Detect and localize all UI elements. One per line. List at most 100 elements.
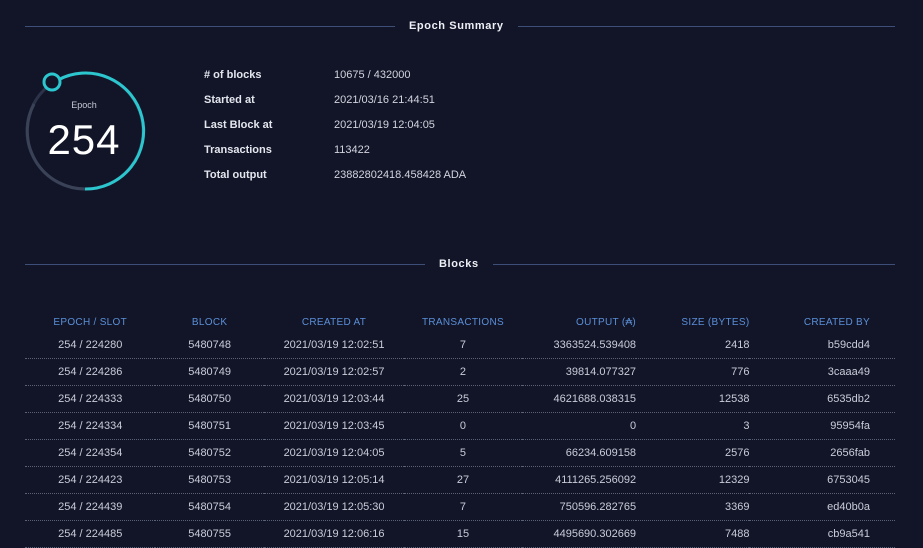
- epoch-slot-cell: 254 / 224333: [25, 385, 156, 413]
- created-at-cell: 2021/03/19 12:06:16: [263, 520, 405, 548]
- summary-key: Last Block at: [204, 119, 273, 131]
- summary-value: 10675 / 432000: [334, 69, 411, 81]
- created-by-cell: 6535db2: [749, 385, 895, 413]
- block-link[interactable]: 5480754: [155, 493, 264, 521]
- epoch-slot-cell: 254 / 224439: [25, 493, 156, 521]
- epoch-summary-header: Epoch Summary: [25, 20, 895, 32]
- created-at-cell: 2021/03/19 12:04:05: [263, 439, 405, 467]
- table-row[interactable]: 254 / 224280 5480748 2021/03/19 12:02:51 7 3…: [25, 332, 895, 359]
- summary-key: # of blocks: [204, 69, 262, 81]
- epoch-slot-cell: 254 / 224286: [25, 358, 156, 386]
- table-row[interactable]: 254 / 224485 5480755 2021/03/19 12:06:16 15…: [25, 520, 895, 548]
- size-cell: 7488: [636, 520, 750, 548]
- summary-value: 113422: [334, 144, 370, 156]
- size-cell: 3369: [636, 493, 750, 521]
- block-link[interactable]: 5480748: [155, 332, 264, 359]
- epoch-slot-cell: 254 / 224354: [25, 439, 156, 467]
- blocks-table: EPOCH / SLOT BLOCK CREATED AT TRANSACTIO…: [25, 312, 895, 548]
- summary-row: Transactions 113422: [204, 144, 466, 169]
- output-cell: 39814.077327: [521, 358, 637, 386]
- table-row[interactable]: 254 / 224439 5480754 2021/03/19 12:05:30 7 7…: [25, 493, 895, 521]
- created-at-cell: 2021/03/19 12:05:14: [263, 466, 405, 494]
- summary-key: Total output: [204, 169, 267, 181]
- summary-row: # of blocks 10675 / 432000: [204, 69, 466, 94]
- created-by-cell: cb9a541: [749, 520, 895, 548]
- epoch-number: 254: [47, 116, 121, 163]
- output-cell: 750596.282765: [521, 493, 637, 521]
- transactions-cell: 7: [404, 493, 522, 521]
- table-row[interactable]: 254 / 224333 5480750 2021/03/19 12:03:44 25…: [25, 385, 895, 413]
- created-by-cell: 95954fa: [749, 412, 895, 440]
- output-cell: 4621688.038315: [521, 385, 637, 413]
- epoch-slot-cell: 254 / 224485: [25, 520, 156, 548]
- created-by-cell: b59cdd4: [749, 332, 895, 359]
- epoch-progress-gauge: Epoch 254: [24, 70, 146, 192]
- summary-row: Started at 2021/03/16 21:44:51: [204, 94, 466, 119]
- blocks-title: Blocks: [439, 258, 479, 270]
- size-cell: 2418: [636, 332, 750, 359]
- size-cell: 3: [636, 412, 750, 440]
- created-at-cell: 2021/03/19 12:02:51: [263, 332, 405, 359]
- block-link[interactable]: 5480749: [155, 358, 264, 386]
- created-by-cell: 6753045: [749, 466, 895, 494]
- created-by-cell: 3caaa49: [749, 358, 895, 386]
- column-header-block[interactable]: BLOCK: [155, 312, 263, 332]
- output-cell: 4495690.302669: [521, 520, 637, 548]
- column-header-transactions[interactable]: TRANSACTIONS: [404, 312, 521, 332]
- size-cell: 776: [636, 358, 750, 386]
- summary-row: Last Block at 2021/03/19 12:04:05: [204, 119, 466, 144]
- transactions-cell: 5: [404, 439, 522, 467]
- block-link[interactable]: 5480752: [155, 439, 264, 467]
- gauge-label: Epoch: [71, 100, 97, 110]
- created-at-cell: 2021/03/19 12:03:45: [263, 412, 405, 440]
- summary-value: 2021/03/19 12:04:05: [334, 119, 435, 131]
- divider: [517, 25, 895, 27]
- epoch-summary-details: # of blocks 10675 / 432000 Started at 20…: [204, 69, 466, 194]
- column-header-epoch-slot[interactable]: EPOCH / SLOT: [25, 312, 155, 332]
- column-header-size[interactable]: SIZE (BYTES): [636, 312, 749, 332]
- epoch-slot-cell: 254 / 224334: [25, 412, 156, 440]
- summary-key: Transactions: [204, 144, 272, 156]
- epoch-summary-title: Epoch Summary: [409, 20, 504, 32]
- table-row[interactable]: 254 / 224286 5480749 2021/03/19 12:02:57 2 3…: [25, 358, 895, 386]
- divider: [25, 263, 425, 265]
- transactions-cell: 25: [404, 385, 522, 413]
- created-at-cell: 2021/03/19 12:05:30: [263, 493, 405, 521]
- column-header-output[interactable]: OUTPUT (₳): [522, 312, 636, 332]
- block-link[interactable]: 5480755: [155, 520, 264, 548]
- output-cell: 0: [521, 412, 637, 440]
- output-cell: 4111265.256092: [521, 466, 637, 494]
- epoch-slot-cell: 254 / 224423: [25, 466, 156, 494]
- column-header-created-by[interactable]: CREATED BY: [749, 312, 895, 332]
- summary-value: 23882802418.458428 ADA: [334, 169, 467, 181]
- summary-key: Started at: [204, 94, 255, 106]
- divider: [492, 263, 895, 265]
- created-at-cell: 2021/03/19 12:02:57: [263, 358, 405, 386]
- size-cell: 12329: [636, 466, 750, 494]
- transactions-cell: 27: [404, 466, 522, 494]
- transactions-cell: 0: [404, 412, 522, 440]
- column-header-created-at[interactable]: CREATED AT: [264, 312, 404, 332]
- table-row[interactable]: 254 / 224334 5480751 2021/03/19 12:03:45 0 0…: [25, 412, 895, 440]
- epoch-slot-cell: 254 / 224280: [25, 332, 156, 359]
- transactions-cell: 7: [404, 332, 522, 359]
- divider: [25, 25, 395, 27]
- table-row[interactable]: 254 / 224423 5480753 2021/03/19 12:05:14 27…: [25, 466, 895, 494]
- block-link[interactable]: 5480751: [155, 412, 264, 440]
- output-cell: 3363524.539408: [521, 332, 637, 359]
- blocks-header: Blocks: [25, 258, 895, 270]
- summary-value: 2021/03/16 21:44:51: [334, 94, 435, 106]
- summary-row: Total output 23882802418.458428 ADA: [204, 169, 466, 194]
- created-by-cell: ed40b0a: [749, 493, 895, 521]
- transactions-cell: 2: [404, 358, 522, 386]
- size-cell: 12538: [636, 385, 750, 413]
- created-at-cell: 2021/03/19 12:03:44: [263, 385, 405, 413]
- size-cell: 2576: [636, 439, 750, 467]
- output-cell: 66234.609158: [521, 439, 637, 467]
- transactions-cell: 15: [404, 520, 522, 548]
- table-header-row: EPOCH / SLOT BLOCK CREATED AT TRANSACTIO…: [25, 312, 895, 332]
- table-row[interactable]: 254 / 224354 5480752 2021/03/19 12:04:05 5 6…: [25, 439, 895, 467]
- block-link[interactable]: 5480750: [155, 385, 264, 413]
- block-link[interactable]: 5480753: [155, 466, 264, 494]
- created-by-cell: 2656fab: [749, 439, 895, 467]
